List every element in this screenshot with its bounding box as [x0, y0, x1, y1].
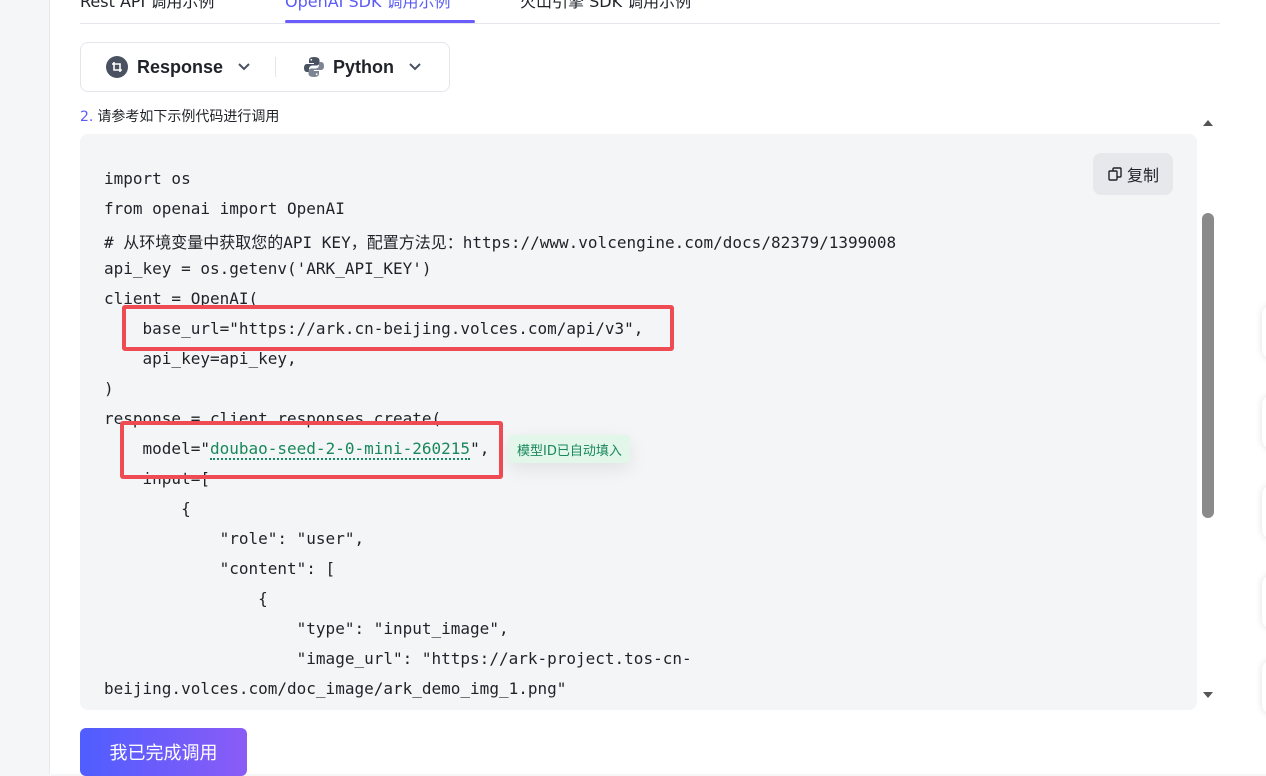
- model-highlight-box: [120, 421, 503, 479]
- python-icon: [304, 57, 324, 77]
- api-type-dropdown[interactable]: Response: [105, 43, 251, 91]
- language-dropdown[interactable]: Python: [303, 43, 422, 91]
- left-sidebar-strip: [0, 0, 50, 774]
- code-line: "content": [: [104, 559, 336, 578]
- copy-icon: [1108, 167, 1122, 181]
- active-tab-indicator: [285, 20, 475, 23]
- step-number: 2.: [80, 109, 94, 125]
- api-language-selector: Response Python: [80, 42, 450, 92]
- floating-action-edge[interactable]: [1262, 485, 1266, 539]
- step-instruction: 2. 请参考如下示例代码进行调用: [80, 106, 279, 126]
- floating-action-edge[interactable]: [1262, 660, 1266, 714]
- code-line: ): [104, 379, 114, 398]
- code-line: "image_url": "https://ark-project.tos-cn…: [104, 649, 692, 668]
- code-line: # 从环境变量中获取您的API KEY，配置方法见：https://www.vo…: [104, 233, 897, 252]
- sdk-tabs: Rest API 调用示例 OpenAI SDK 调用示例 火山引擎 SDK 调…: [80, 0, 1220, 24]
- base-url-highlight-box: [122, 305, 674, 351]
- response-icon: [106, 56, 128, 78]
- chevron-down-icon: [409, 63, 421, 71]
- code-line: {: [104, 499, 191, 518]
- code-line: beijing.volces.com/doc_image/ark_demo_im…: [104, 679, 567, 698]
- scroll-up-arrow-icon[interactable]: [1202, 118, 1214, 128]
- step-text: 请参考如下示例代码进行调用: [97, 109, 280, 125]
- copy-button[interactable]: 复制: [1093, 153, 1173, 195]
- finish-call-button[interactable]: 我已完成调用: [80, 728, 247, 776]
- floating-action-edge[interactable]: [1262, 395, 1266, 449]
- code-line: from openai import OpenAI: [104, 199, 345, 218]
- scrollbar-thumb[interactable]: [1202, 213, 1214, 518]
- code-line: import os: [104, 169, 191, 188]
- scroll-down-arrow-icon[interactable]: [1202, 690, 1214, 700]
- floating-action-edge[interactable]: [1262, 305, 1266, 359]
- code-line: api_key = os.getenv('ARK_API_KEY'): [104, 259, 432, 278]
- language-label: Python: [333, 56, 394, 77]
- code-line: {: [104, 589, 268, 608]
- chevron-down-icon: [238, 63, 250, 71]
- tab-openai-sdk[interactable]: OpenAI SDK 调用示例: [285, 0, 451, 12]
- tab-volcengine-sdk[interactable]: 火山引擎 SDK 调用示例: [520, 0, 691, 12]
- code-line: "type": "input_image",: [104, 619, 509, 638]
- tab-rest-api[interactable]: Rest API 调用示例: [80, 0, 214, 12]
- code-line: "role": "user",: [104, 529, 365, 548]
- code-line: api_key=api_key,: [104, 349, 297, 368]
- code-block: 复制 import os from openai import OpenAI #…: [80, 134, 1197, 710]
- floating-action-edge[interactable]: [1262, 575, 1266, 629]
- auto-fill-tag: 模型ID已自动填入: [509, 435, 630, 463]
- api-type-label: Response: [137, 56, 224, 77]
- selector-divider: [275, 57, 276, 77]
- copy-label: 复制: [1126, 166, 1159, 185]
